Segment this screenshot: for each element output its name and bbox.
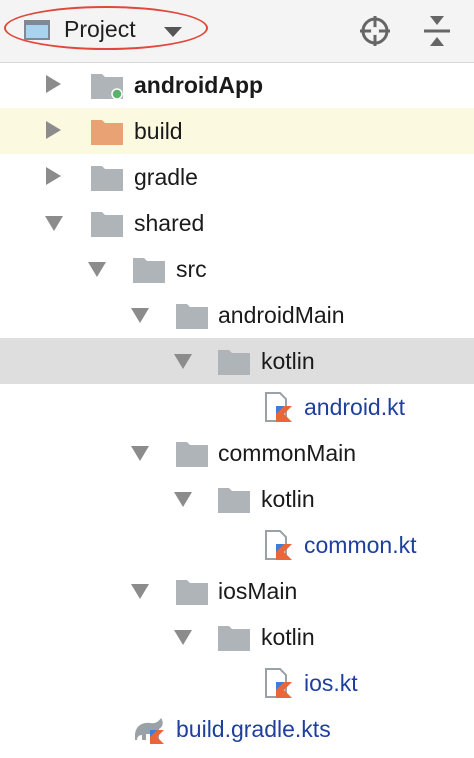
tree-item-build[interactable]: build [0, 108, 474, 154]
tree-item-common-kt[interactable]: common.kt [0, 522, 474, 568]
collapse-arrow-icon[interactable] [88, 262, 106, 277]
gradle-kotlin-file-icon [135, 718, 164, 744]
folder-icon [91, 212, 123, 237]
tree-item-label: build.gradle.kts [176, 716, 331, 742]
tree-item-label: common.kt [304, 532, 417, 558]
collapse-all-button[interactable] [420, 14, 454, 48]
tree-item-androidmain[interactable]: androidMain [0, 292, 474, 338]
folder-icon [176, 442, 208, 467]
tree-item-label: android.kt [304, 394, 406, 420]
tree-item-shared[interactable]: shared [0, 200, 474, 246]
excluded-folder-icon [91, 120, 123, 145]
tree-item-label: ios.kt [304, 670, 358, 696]
tree-item-label: build [134, 118, 183, 144]
tree-item-build-gradle-kts[interactable]: build.gradle.kts [0, 706, 474, 752]
folder-icon [91, 166, 123, 191]
tree-item-label: iosMain [218, 578, 298, 604]
tree-item-ios-kt[interactable]: ios.kt [0, 660, 474, 706]
kotlin-file-icon [265, 530, 292, 560]
folder-icon [176, 304, 208, 329]
tree-item-commonmain[interactable]: commonMain [0, 430, 474, 476]
tree-item-kotlin[interactable]: kotlin [0, 614, 474, 660]
tree-item-android-kt[interactable]: android.kt [0, 384, 474, 430]
tree-item-label: kotlin [261, 348, 315, 374]
kotlin-file-icon [265, 392, 292, 422]
expand-arrow-icon[interactable] [46, 121, 61, 139]
tree-item-iosmain[interactable]: iosMain [0, 568, 474, 614]
tree-item-label: commonMain [218, 440, 357, 466]
project-view-selector[interactable]: Project [4, 6, 208, 50]
tree-item-label: src [176, 256, 207, 282]
folder-icon [218, 626, 250, 651]
collapse-arrow-icon[interactable] [131, 308, 149, 323]
tree-item-src[interactable]: src [0, 246, 474, 292]
expand-arrow-icon[interactable] [46, 167, 61, 185]
collapse-arrow-icon[interactable] [174, 630, 192, 645]
tree-item-label: androidApp [134, 72, 264, 98]
collapse-arrow-icon[interactable] [174, 492, 192, 507]
expand-arrow-icon[interactable] [46, 75, 61, 93]
collapse-arrow-icon[interactable] [131, 446, 149, 461]
folder-icon [218, 350, 250, 375]
tree-item-label: androidMain [218, 302, 345, 328]
tree-item-label: gradle [134, 164, 198, 190]
tree-item-label: kotlin [261, 486, 315, 512]
collapse-arrow-icon[interactable] [45, 216, 63, 231]
tree-item-kotlin[interactable]: kotlin [0, 476, 474, 522]
crosshair-locate-icon [360, 16, 390, 46]
folder-icon [218, 488, 250, 513]
folder-icon [133, 258, 165, 283]
collapse-arrow-icon[interactable] [131, 584, 149, 599]
tree-item-label: shared [134, 210, 205, 236]
project-view-icon [24, 20, 50, 40]
tree-item-androidapp[interactable]: androidApp [0, 62, 474, 108]
tree-item-kotlin[interactable]: kotlin [0, 338, 474, 384]
tree-item-label: kotlin [261, 624, 315, 650]
tree-item-gradle[interactable]: gradle [0, 154, 474, 200]
collapse-arrow-icon[interactable] [174, 354, 192, 369]
project-toolbar: Project [0, 0, 474, 63]
chevron-down-icon [164, 27, 182, 37]
collapse-all-icon [424, 16, 450, 46]
module-folder-icon [91, 74, 123, 100]
kotlin-file-icon [265, 668, 292, 698]
view-selector-label: Project [64, 16, 136, 42]
folder-icon [176, 580, 208, 605]
locate-file-button[interactable] [358, 14, 392, 48]
